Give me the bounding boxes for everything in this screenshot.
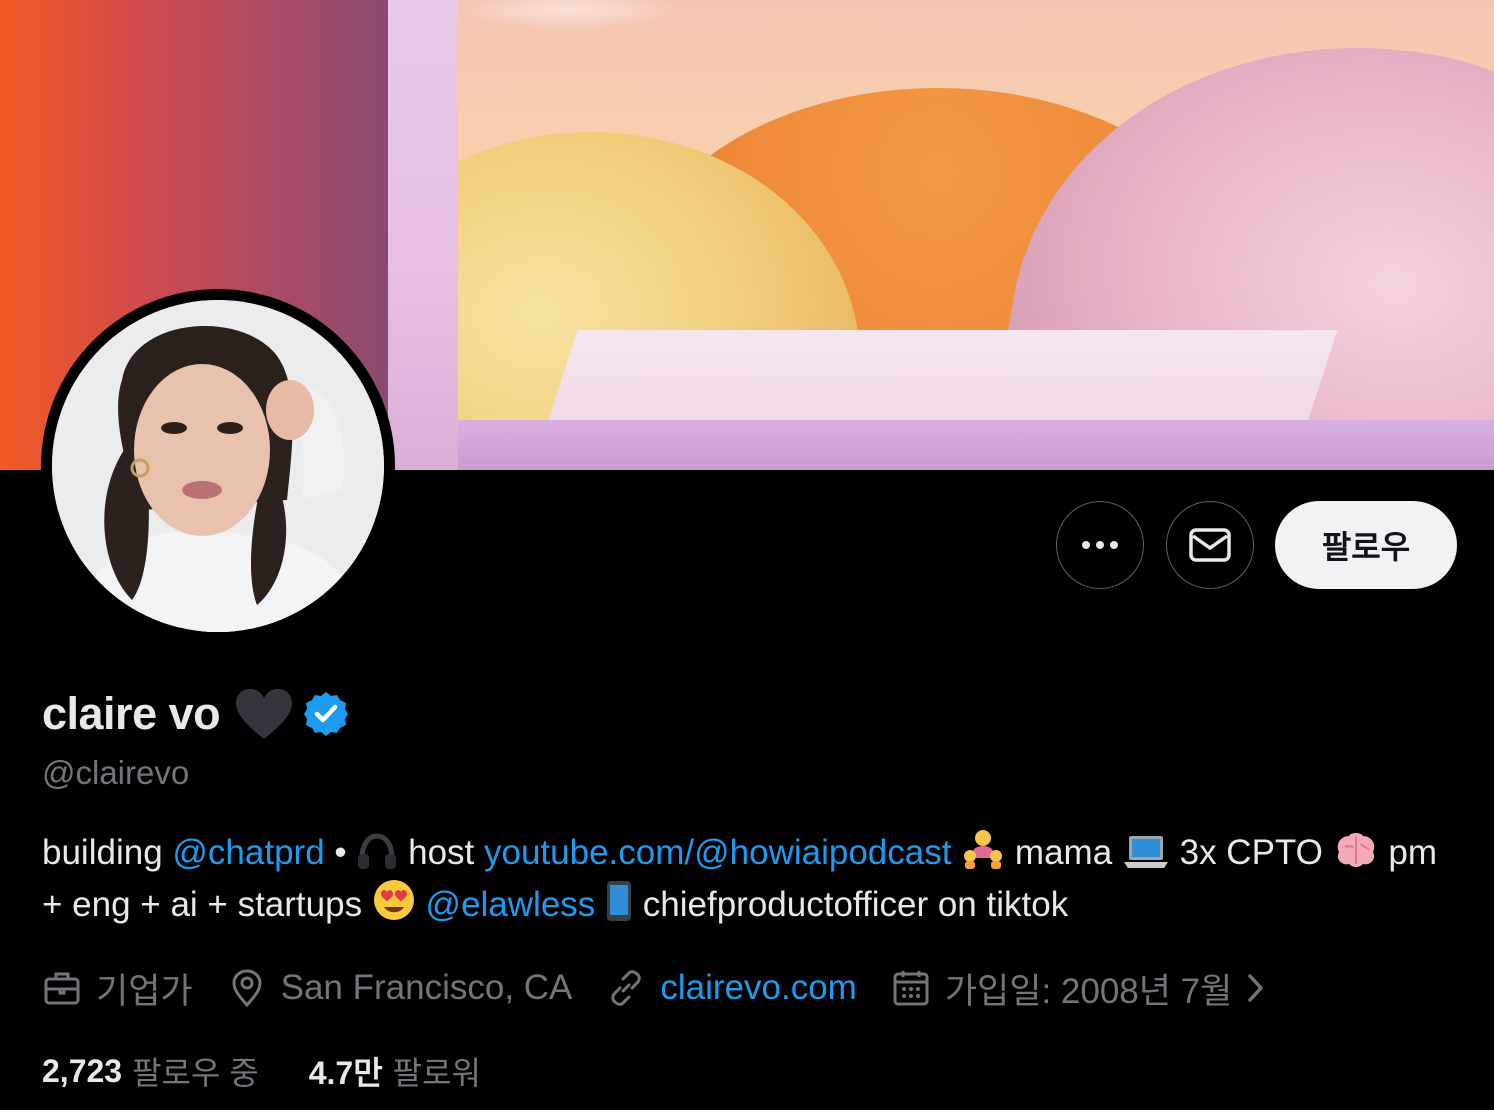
banner-column (388, 0, 458, 470)
following-count[interactable]: 2,723 팔로우 중 (42, 1048, 259, 1094)
heart-eyes-icon (373, 880, 414, 920)
headphones-icon (358, 833, 397, 869)
join-date[interactable]: 가입일: 2008년 7월 (891, 963, 1269, 1014)
display-name: claire vo (42, 688, 221, 739)
laptop-icon (1123, 836, 1168, 868)
mail-icon (1189, 528, 1231, 562)
bio-text: building (42, 833, 173, 872)
followers-number: 4.7만 (308, 1055, 383, 1091)
black-heart-icon (236, 689, 293, 739)
website[interactable]: clairevo.com (606, 968, 857, 1008)
avatar[interactable] (52, 300, 384, 632)
bio-text: chiefproductofficer on tiktok (633, 885, 1069, 924)
name-row: claire vo (42, 684, 350, 744)
profile-bio: building @chatprd • host youtube.com/@ho… (42, 828, 1462, 930)
verified-badge-icon[interactable] (302, 690, 350, 738)
location: San Francisco, CA (227, 968, 573, 1008)
location-text: San Francisco, CA (280, 968, 573, 1007)
join-date-text: 가입일: 2008년 7월 (944, 971, 1233, 1011)
website-link[interactable]: clairevo.com (660, 968, 856, 1008)
banner-landscape (458, 0, 1494, 470)
profile-meta: 기업가 San Francisco, CA clairevo.com 가입일: … (42, 962, 1302, 1014)
following-label: 팔로우 중 (132, 1055, 259, 1091)
more-icon (1082, 541, 1118, 549)
following-number: 2,723 (42, 1052, 123, 1089)
message-button[interactable] (1166, 501, 1254, 589)
bio-text: • (324, 833, 357, 872)
phone-icon (607, 881, 632, 921)
followers-label: 팔로워 (392, 1055, 481, 1091)
bio-text: mama (1005, 833, 1122, 872)
youtube-link[interactable]: youtube.com/@howiaipodcast (484, 833, 951, 872)
brain-icon (1337, 833, 1374, 867)
chevron-right-icon (1248, 974, 1264, 1002)
family-icon (964, 830, 1003, 869)
follow-button[interactable]: 팔로우 (1275, 501, 1457, 589)
more-options-button[interactable] (1056, 501, 1144, 589)
calendar-icon (893, 971, 929, 1006)
location-pin-icon (232, 969, 262, 1008)
occupation-text: 기업가 (96, 971, 193, 1011)
mention-link-chatprd[interactable]: @chatprd (172, 833, 324, 872)
user-handle: @clairevo (42, 754, 190, 791)
follow-counts: 2,723 팔로우 중 4.7만 팔로워 (42, 1048, 531, 1094)
briefcase-icon (44, 972, 80, 1005)
bio-text: host (398, 833, 484, 872)
followers-count[interactable]: 4.7만 팔로워 (309, 1048, 481, 1094)
link-icon (611, 970, 642, 1006)
occupation: 기업가 (42, 963, 193, 1014)
bio-text: 3x CPTO (1169, 833, 1333, 872)
mention-link-elawless[interactable]: @elawless (426, 885, 596, 924)
